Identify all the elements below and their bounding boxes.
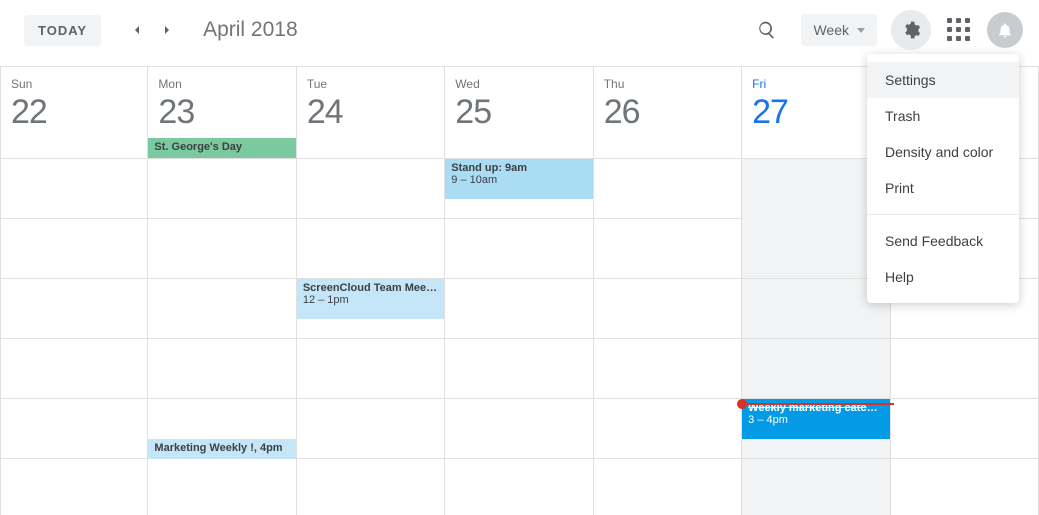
chevron-right-icon (159, 22, 175, 38)
prev-period-button[interactable] (123, 16, 151, 44)
day-header: Mon 23 St. George's Day (148, 67, 295, 159)
day-header: Wed 25 (445, 67, 592, 159)
day-of-week-label: Fri (752, 77, 879, 91)
day-column-thu[interactable]: Thu 26 (594, 67, 742, 515)
day-number: 24 (307, 93, 434, 132)
day-number: 26 (604, 93, 731, 132)
event-team-meeting[interactable]: ScreenCloud Team Meeting 12 – 1pm (297, 279, 444, 319)
event-time: 9 – 10am (451, 174, 586, 186)
apps-button[interactable] (939, 10, 979, 50)
search-button[interactable] (747, 10, 787, 50)
notifications-button[interactable] (987, 12, 1023, 48)
gear-icon (901, 20, 921, 40)
day-number: 27 (752, 93, 879, 132)
search-icon (757, 20, 777, 40)
chevron-left-icon (129, 22, 145, 38)
event-time: 12 – 1pm (303, 294, 438, 306)
menu-item-help[interactable]: Help (867, 259, 1019, 295)
day-number: 25 (455, 93, 582, 132)
day-of-week-label: Wed (455, 77, 582, 91)
period-title: April 2018 (203, 18, 298, 42)
day-number: 22 (11, 93, 137, 132)
menu-item-density[interactable]: Density and color (867, 134, 1019, 170)
settings-button[interactable] (891, 10, 931, 50)
view-select[interactable]: Week (801, 14, 877, 46)
today-button[interactable]: TODAY (24, 15, 101, 46)
day-header: Tue 24 (297, 67, 444, 159)
apps-grid-icon (947, 18, 971, 42)
day-of-week-label: Sun (11, 77, 137, 91)
day-header: Thu 26 (594, 67, 741, 159)
next-period-button[interactable] (153, 16, 181, 44)
menu-item-settings[interactable]: Settings (867, 62, 1019, 98)
day-number: 23 (158, 93, 285, 132)
menu-item-print[interactable]: Print (867, 170, 1019, 206)
event-title: ScreenCloud Team Meeting (303, 282, 444, 294)
day-column-sun[interactable]: Sun 22 (0, 67, 148, 515)
menu-item-feedback[interactable]: Send Feedback (867, 223, 1019, 259)
event-time: 3 – 4pm (748, 414, 883, 426)
day-column-wed[interactable]: Wed 25 Stand up: 9am 9 – 10am (445, 67, 593, 515)
menu-item-trash[interactable]: Trash (867, 98, 1019, 134)
day-header: Sun 22 (1, 67, 147, 159)
event-marketing-weekly[interactable]: Marketing Weekly !, 4pm (148, 439, 295, 459)
event-marketing-catchup[interactable]: Weekly marketing catch up 3 – 4pm (742, 399, 889, 439)
day-of-week-label: Mon (158, 77, 285, 91)
bell-icon (996, 21, 1014, 39)
event-title: Stand up: 9am (451, 162, 527, 174)
nav-arrows (123, 16, 181, 44)
settings-menu: Settings Trash Density and color Print S… (867, 54, 1019, 303)
menu-separator (867, 214, 1019, 215)
view-select-label: Week (813, 22, 849, 38)
day-column-tue[interactable]: Tue 24 ScreenCloud Team Meeting 12 – 1pm (297, 67, 445, 515)
now-indicator (742, 403, 893, 405)
chevron-down-icon (857, 28, 865, 33)
event-standup[interactable]: Stand up: 9am 9 – 10am (445, 159, 592, 199)
day-column-mon[interactable]: Mon 23 St. George's Day Marketing Weekly… (148, 67, 296, 515)
day-of-week-label: Tue (307, 77, 434, 91)
day-of-week-label: Thu (604, 77, 731, 91)
allday-event[interactable]: St. George's Day (148, 138, 295, 158)
